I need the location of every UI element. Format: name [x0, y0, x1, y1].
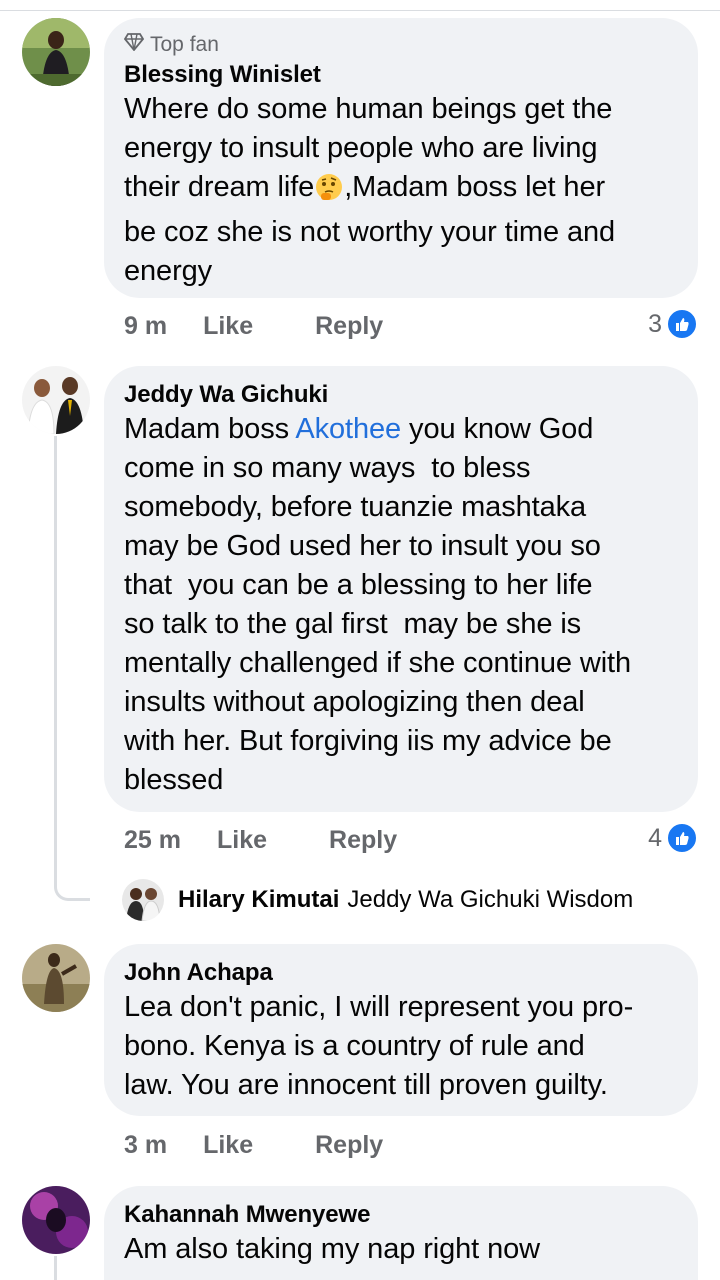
- commenter-name[interactable]: Kahannah Mwenyewe: [124, 1200, 678, 1230]
- comment-bubble: Kahannah Mwenyewe Am also taking my nap …: [104, 1186, 698, 1280]
- badge-label: Top fan: [150, 33, 219, 56]
- thumbs-up-icon: [666, 308, 698, 340]
- timestamp: 9 m: [124, 311, 168, 340]
- comment-actions: 25 m Like Reply: [124, 820, 397, 860]
- thread-connector: [54, 436, 90, 901]
- thumbs-up-icon: [666, 822, 698, 854]
- reply-preview[interactable]: Hilary Kimutai Jeddy Wa Gichuki Wisdom: [122, 878, 633, 922]
- comment-text: Where do some human beings get the energ…: [124, 93, 616, 287]
- reply-button[interactable]: Reply: [315, 1131, 383, 1160]
- comment-text: Lea don't panic, I will represent you pr…: [124, 991, 634, 1101]
- commenter-name[interactable]: Jeddy Wa Gichuki: [124, 380, 678, 410]
- diamond-icon: [123, 33, 145, 57]
- reaction-count[interactable]: 4: [648, 818, 698, 858]
- avatar: [122, 879, 164, 921]
- reaction-count[interactable]: 3: [648, 304, 698, 344]
- timestamp: 3 m: [124, 1130, 168, 1159]
- comment-bubble: Top fan Blessing Winislet Where do some …: [104, 18, 698, 298]
- comment-actions: 9 m Like Reply: [124, 306, 383, 346]
- comment-actions: 3 m Like Reply: [124, 1125, 383, 1165]
- like-button[interactable]: Like: [203, 1131, 253, 1160]
- like-button[interactable]: Like: [217, 826, 267, 855]
- top-divider: [0, 10, 720, 11]
- commenter-name[interactable]: John Achapa: [124, 958, 678, 988]
- like-button[interactable]: Like: [203, 312, 253, 341]
- timestamp: 25 m: [124, 825, 181, 854]
- comment-text: Am also taking my nap right now: [124, 1233, 540, 1265]
- comment-text: Madam boss Akothee you know God come in …: [124, 413, 632, 796]
- reply-text: Jeddy Wa Gichuki Wisdom: [347, 886, 634, 913]
- thinking-face-emoji: [314, 172, 344, 213]
- avatar[interactable]: [22, 366, 90, 434]
- avatar[interactable]: [22, 944, 90, 1012]
- reply-button[interactable]: Reply: [315, 312, 383, 341]
- reply-author[interactable]: Hilary Kimutai: [178, 886, 339, 914]
- top-fan-badge: Top fan: [123, 32, 678, 58]
- comment-bubble: Jeddy Wa Gichuki Madam boss Akothee you …: [104, 366, 698, 812]
- mention-link[interactable]: Akothee: [295, 413, 401, 445]
- reply-button[interactable]: Reply: [329, 826, 397, 855]
- thread-connector: [54, 1256, 57, 1280]
- comment-bubble: John Achapa Lea don't panic, I will repr…: [104, 944, 698, 1116]
- commenter-name[interactable]: Blessing Winislet: [124, 60, 678, 90]
- avatar[interactable]: [22, 1186, 90, 1254]
- avatar[interactable]: [22, 18, 90, 86]
